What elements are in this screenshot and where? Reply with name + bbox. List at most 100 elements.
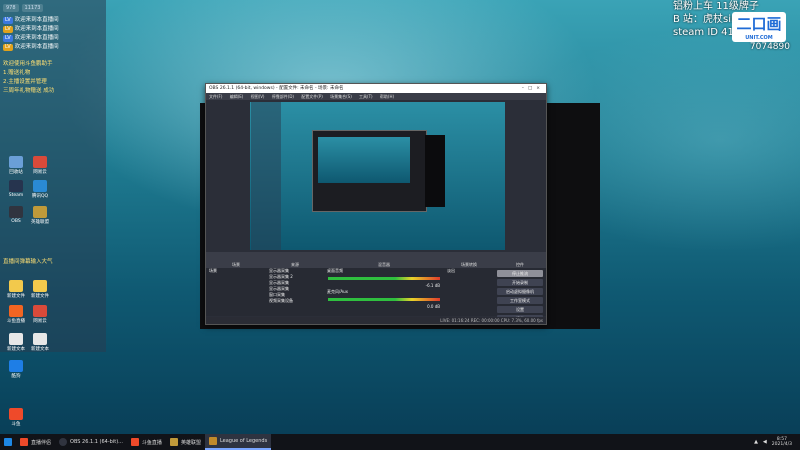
taskbar-item[interactable]: 英雄联盟 (166, 434, 205, 450)
taskbar: 直播伴侣 OBS 26.1.1 (64-bit)... 斗鱼直播 英雄联盟 Le… (0, 434, 800, 450)
desktop-icon[interactable]: 新建文件 (28, 280, 52, 299)
desktop-icon-label: 新建文件 (31, 294, 49, 299)
taskbar-item-label: 英雄联盟 (180, 439, 201, 446)
chat-tab-2[interactable]: 11173 (21, 4, 44, 12)
desktop-icon[interactable]: 新建文本 (4, 333, 28, 352)
source-item[interactable]: 视频采集设备 (266, 298, 324, 304)
taskbar-item[interactable]: League of Legends (204, 434, 272, 450)
app-icon (33, 156, 47, 168)
mixer-level: 0.0 dB (427, 304, 440, 309)
folder-icon (9, 280, 23, 292)
obs-icon (59, 438, 68, 446)
virtual-camera-button[interactable]: 启动虚拟摄像机 (497, 288, 543, 295)
app-icon (20, 438, 28, 446)
site-logo: 二口画 UNIT.COM (732, 12, 786, 42)
taskbar-item[interactable]: 斗鱼直播 (127, 434, 166, 450)
close-icon[interactable]: × (536, 86, 544, 91)
desktop-icon-label: 新建文件 (7, 294, 25, 299)
folder-icon (33, 280, 47, 292)
chat-tab-1[interactable]: 978 (3, 4, 19, 12)
scene-item[interactable]: 场景 (206, 268, 266, 274)
menu-file[interactable]: 文件(F) (209, 94, 222, 99)
chat-message: LV 欢迎来到本直播间 (0, 25, 106, 34)
desktop-icon[interactable]: 网易云 (28, 156, 52, 175)
obs-window[interactable]: OBS 26.1.1 (64-bit, windows) - 配置文件: 未命名… (205, 83, 547, 325)
user-badge: LV (3, 44, 13, 51)
menu-view[interactable]: 视图(V) (251, 94, 265, 99)
desktop-icon-label: 新建文本 (31, 347, 49, 352)
desktop-icon[interactable]: OBS (4, 206, 28, 224)
desktop-icon[interactable]: 斗鱼直播 (4, 305, 28, 324)
app-icon (33, 305, 47, 317)
preview-toolbar (206, 252, 546, 261)
desktop-icon[interactable]: 新建文件 (4, 280, 28, 299)
chat-footer: 直播间弹幕输入大气 (0, 258, 106, 267)
nested-black-window (425, 135, 445, 207)
system-notice: 1.赠送礼物 (3, 70, 31, 76)
system-notice: 欢迎使用斗鱼鹏助手 (3, 61, 53, 67)
obs-icon (9, 206, 23, 218)
taskbar-item[interactable]: 直播伴侣 (16, 434, 55, 450)
douyu-icon (9, 305, 23, 317)
transition-select[interactable]: 淡出 (444, 268, 494, 274)
clock[interactable]: 8:57 2021/4/3 (772, 437, 792, 448)
desktop-icon-label: 网易云 (33, 170, 47, 175)
menu-tools[interactable]: 工具(T) (359, 94, 373, 99)
desktop-icon[interactable]: Steam (4, 180, 28, 198)
start-button[interactable] (0, 434, 16, 450)
start-recording-button[interactable]: 开始录制 (497, 279, 543, 286)
menu-help[interactable]: 帮助(H) (380, 94, 394, 99)
recycle-bin-icon (9, 156, 23, 168)
stop-streaming-button[interactable]: 停止推流 (497, 270, 543, 277)
douyu-icon (9, 408, 23, 420)
text-file-icon (9, 333, 23, 345)
clock-date: 2021/4/3 (771, 442, 792, 447)
nested-preview (318, 137, 410, 183)
desktop-icon[interactable]: 新建文本 (28, 333, 52, 352)
chat-header: 978 11173 (0, 0, 106, 16)
chat-message-text: 欢迎来到本直播间 (14, 26, 59, 32)
desktop-icon[interactable]: 回收站 (4, 156, 28, 175)
scenes-dock: 场景 场景 (206, 261, 267, 316)
window-controls: –□× (522, 84, 544, 93)
menu-edit[interactable]: 编辑(E) (230, 94, 244, 99)
chat-footer-line: 直播间弹幕输入大气 (3, 259, 53, 265)
controls-dock-title: 控件 (494, 261, 546, 268)
obs-preview[interactable] (250, 102, 505, 250)
lol-icon (169, 438, 178, 446)
menu-profile[interactable]: 配置文件(P) (301, 94, 323, 99)
mixer-channel-name: 桌面音频 (327, 268, 343, 273)
logo-text: 二口画 (736, 15, 782, 33)
desktop-icon[interactable]: 英雄联盟 (28, 206, 52, 225)
menu-scene-collection[interactable]: 场景集合(S) (330, 94, 352, 99)
text-file-icon (33, 333, 47, 345)
desktop-icon[interactable]: 酷狗 (4, 360, 28, 379)
taskbar-item-label: League of Legends (219, 438, 268, 444)
audio-mixer-dock: 混音器 桌面音频 -6.1 dB 麦克风/Aux 0.0 dB (324, 261, 445, 316)
taskbar-item[interactable]: OBS 26.1.1 (64-bit)... (55, 434, 127, 450)
settings-button[interactable]: 设置 (497, 306, 543, 313)
chat-message-text: 欢迎来到本直播间 (14, 35, 59, 41)
user-badge: LV (3, 26, 13, 33)
desktop-icon-label: 回收站 (9, 170, 23, 175)
controls-dock: 控件 停止推流 开始录制 启动虚拟摄像机 工作室模式 设置 退出 (494, 261, 546, 322)
menu-docks[interactable]: 停靠部件(D) (272, 94, 294, 99)
desktop-icon[interactable]: 腾讯QQ (28, 180, 52, 199)
volume-icon[interactable]: ◀ (763, 439, 767, 445)
desktop-icon[interactable]: 网易云 (28, 305, 52, 324)
audio-meter (328, 298, 440, 301)
obs-title-bar[interactable]: OBS 26.1.1 (64-bit, windows) - 配置文件: 未命名… (206, 84, 546, 93)
sources-dock: 来源 显示器采集 显示器采集 2 显示器采集 显示器采集 窗口采集 视频采集设备 (266, 261, 325, 316)
user-badge: LV (3, 17, 13, 24)
system-notice: 2.主播设置并管理 (3, 79, 47, 85)
desktop-icon-label: 酷狗 (11, 374, 21, 379)
studio-mode-button[interactable]: 工作室模式 (497, 297, 543, 304)
maximize-icon[interactable]: □ (528, 86, 536, 91)
steam-icon (9, 180, 23, 192)
network-icon[interactable]: ▲ (754, 439, 758, 445)
desktop-icon[interactable]: 斗鱼 (4, 408, 28, 427)
music-icon (9, 360, 23, 372)
taskbar-item-label: 斗鱼直播 (141, 439, 162, 446)
transitions-dock-title: 场景转换 (444, 261, 494, 268)
chat-message-text: 欢迎来到本直播间 (14, 17, 59, 23)
